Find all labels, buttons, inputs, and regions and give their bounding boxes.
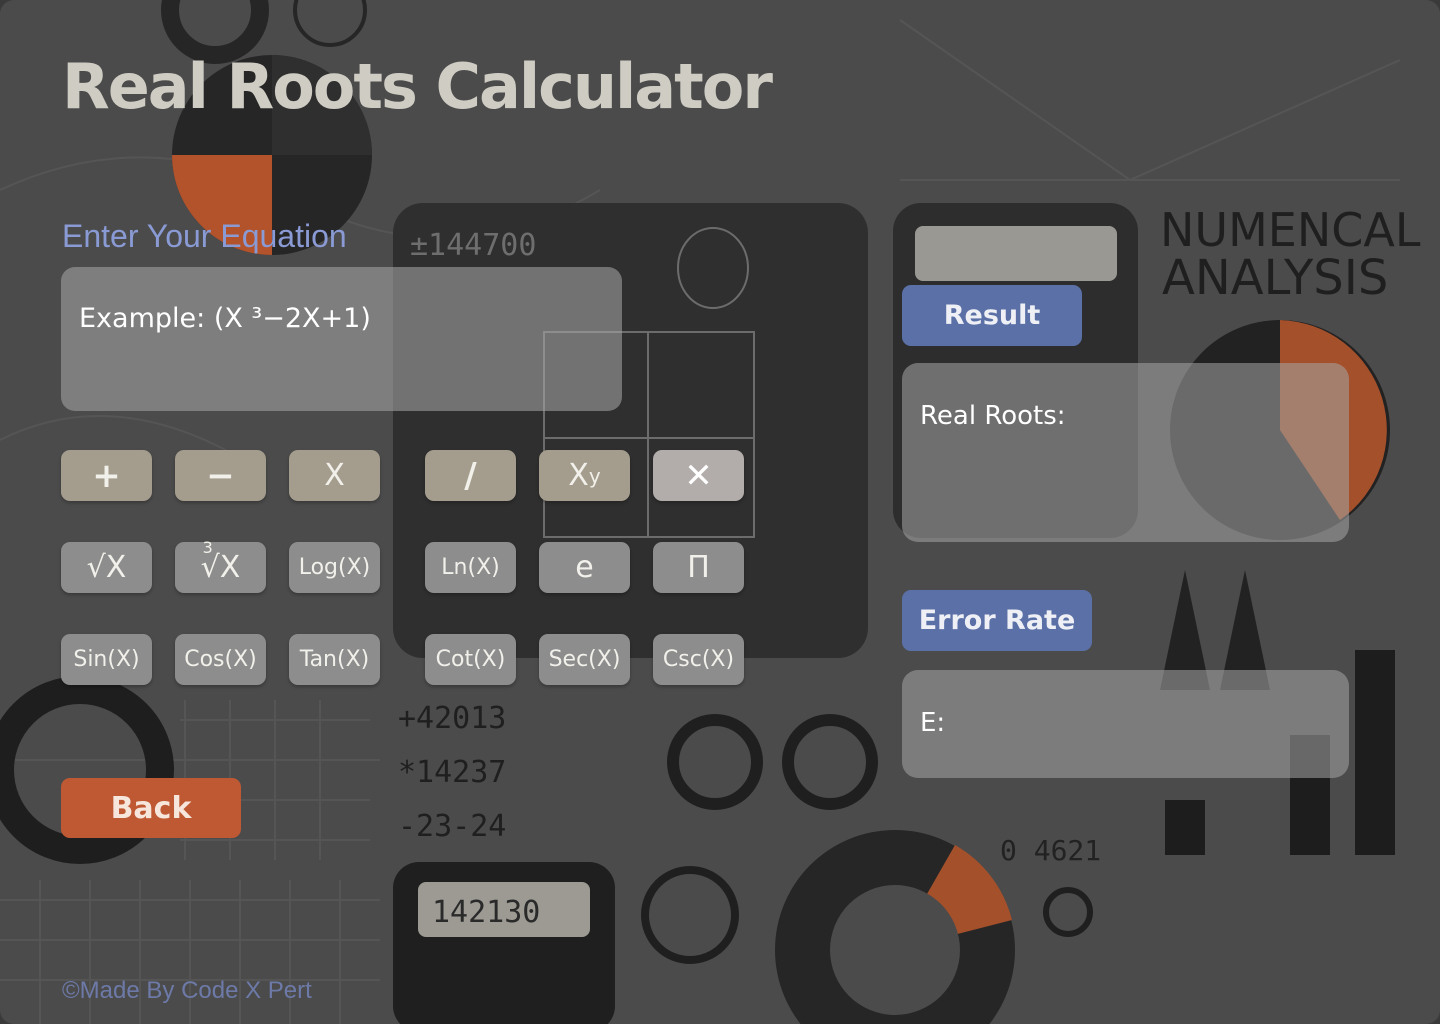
pi-key[interactable]: Π — [653, 542, 744, 593]
csc-key[interactable]: Csc(X) — [653, 634, 744, 685]
power-key[interactable]: Xy — [539, 450, 630, 501]
x-variable-key[interactable]: X — [289, 450, 380, 501]
roots-output: Real Roots: — [902, 363, 1349, 542]
error-rate-button[interactable]: Error Rate — [902, 590, 1092, 651]
back-button[interactable]: Back — [61, 778, 241, 838]
error-label: E: — [920, 708, 946, 738]
error-output: E: — [902, 670, 1349, 778]
minus-key[interactable]: − — [175, 450, 266, 501]
clear-key[interactable]: ✕ — [653, 450, 744, 501]
power-exponent: y — [588, 463, 601, 488]
log-key[interactable]: Log(X) — [289, 542, 380, 593]
sqrt-key[interactable]: √X — [61, 542, 152, 593]
cube-root-key[interactable]: 3 √X — [175, 538, 266, 593]
e-key[interactable]: e — [539, 542, 630, 593]
equation-label: Enter Your Equation — [62, 218, 347, 254]
plus-key[interactable]: + — [61, 450, 152, 501]
divide-key[interactable]: / — [425, 450, 516, 501]
cube-root-index: 3 — [202, 538, 213, 557]
roots-label: Real Roots: — [920, 401, 1066, 431]
result-button[interactable]: Result — [902, 285, 1082, 346]
footer-credit: ©Made By Code X Pert — [62, 977, 312, 1004]
sec-key[interactable]: Sec(X) — [539, 634, 630, 685]
calculator-page: Real Roots Calculator Enter Your Equatio… — [0, 0, 1440, 1024]
ln-key[interactable]: Ln(X) — [425, 542, 516, 593]
page-title: Real Roots Calculator — [62, 50, 773, 123]
sin-key[interactable]: Sin(X) — [61, 634, 152, 685]
equation-placeholder: Example: (X ³−2X+1) — [79, 303, 371, 334]
cos-key[interactable]: Cos(X) — [175, 634, 266, 685]
cot-key[interactable]: Cot(X) — [425, 634, 516, 685]
equation-input[interactable]: Example: (X ³−2X+1) — [61, 267, 622, 411]
power-base: X — [568, 458, 589, 493]
tan-key[interactable]: Tan(X) — [289, 634, 380, 685]
